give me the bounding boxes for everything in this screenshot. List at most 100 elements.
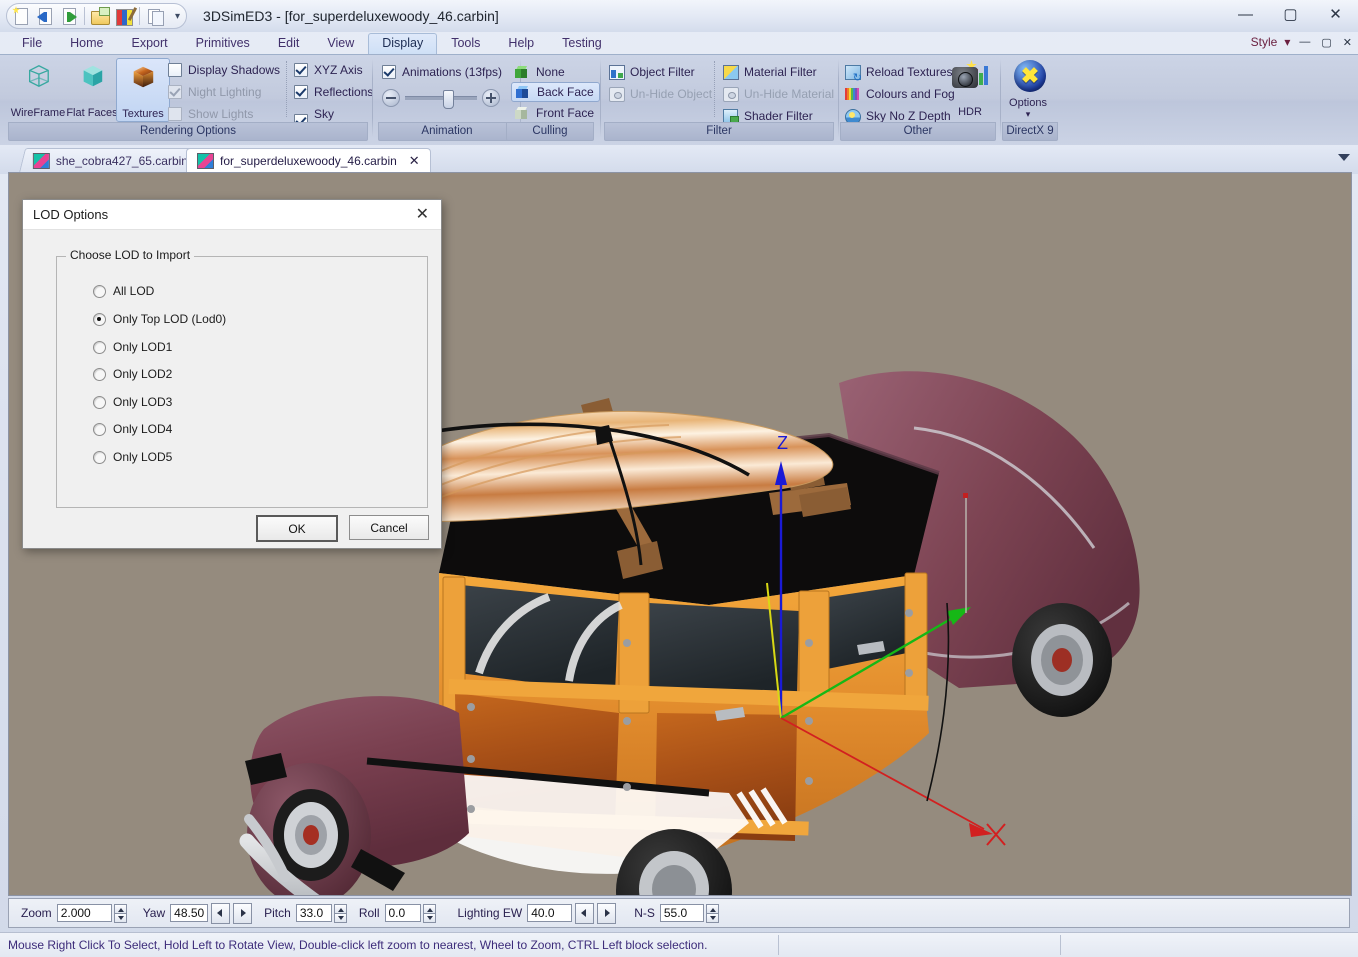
zoom-spinner[interactable] — [113, 903, 127, 923]
close-icon[interactable]: ✕ — [409, 153, 420, 169]
cancel-button[interactable]: Cancel — [349, 515, 429, 540]
dialog-title-bar: LOD Options ✕ — [23, 200, 441, 230]
radio-circle — [93, 312, 106, 326]
style-label[interactable]: Style — [1251, 35, 1278, 49]
textures-button[interactable]: Textures — [116, 58, 170, 122]
doc-restore-button[interactable]: ▢ — [1319, 36, 1333, 49]
yaw-input[interactable] — [170, 904, 209, 922]
object-filter-icon — [608, 64, 625, 80]
ribbon-tab-tools[interactable]: Tools — [437, 33, 494, 54]
radio-only-lod4[interactable]: Only LOD4 — [93, 422, 172, 436]
radio-label: Only LOD4 — [113, 422, 173, 436]
chevron-down-icon[interactable]: ▾ — [1284, 35, 1290, 49]
radio-circle — [93, 284, 106, 298]
lighting-ns-spinner[interactable] — [705, 903, 719, 923]
pitch-input[interactable] — [295, 904, 332, 922]
radio-all-lod[interactable]: All LOD — [93, 284, 154, 298]
options-button[interactable]: ✖ Options ▾ — [1002, 58, 1054, 120]
ribbon-tab-help[interactable]: Help — [494, 33, 548, 54]
palette-icon[interactable] — [113, 6, 135, 26]
ribbon-tab-file[interactable]: File — [8, 33, 56, 54]
blue-cube-icon — [515, 84, 531, 100]
radio-label: Only LOD2 — [113, 367, 173, 381]
new-document-icon[interactable] — [10, 6, 32, 26]
forward-arrow-icon[interactable] — [58, 6, 80, 26]
object-filter-item[interactable]: Object Filter — [608, 64, 695, 80]
radio-only-lod1[interactable]: Only LOD1 — [93, 340, 172, 354]
status-segment-2 — [1060, 935, 1061, 955]
colour-bars-icon — [844, 86, 860, 102]
document-tab-for-superdeluxewoody-46[interactable]: for_superdeluxewoody_46.carbin ✕ — [186, 148, 431, 174]
slider-track[interactable] — [405, 90, 477, 109]
ribbon-tab-edit[interactable]: Edit — [264, 33, 314, 54]
quick-access-toolbar[interactable]: ▾ — [6, 3, 188, 29]
display-shadows-checkbox[interactable]: Display Shadows — [168, 63, 280, 77]
yaw-decrease-button[interactable] — [211, 902, 231, 924]
culling-back-face-item[interactable]: Back Face — [511, 82, 600, 102]
radio-only-lod2[interactable]: Only LOD2 — [93, 367, 172, 381]
zoom-input[interactable] — [56, 904, 112, 922]
view-controls-bar: Zoom Yaw Pitch Roll Lighting EW N-S — [8, 898, 1350, 928]
ribbon-group-other: Reload Textures Colours and Fog Sky No Z… — [840, 57, 996, 141]
close-button[interactable]: ✕ — [1313, 0, 1358, 28]
options-label: Options — [1009, 96, 1047, 109]
lighting-ew-input[interactable] — [527, 904, 573, 922]
close-icon[interactable]: ✕ — [412, 206, 433, 223]
lighting-ew-decrease-button[interactable] — [575, 902, 595, 924]
reload-textures-item[interactable]: Reload Textures — [844, 64, 953, 84]
animations-checkbox[interactable]: Animations (13fps) — [382, 65, 502, 79]
radio-only-lod3[interactable]: Only LOD3 — [93, 395, 172, 409]
culling-front-face-item[interactable]: Front Face — [514, 105, 594, 121]
chevron-down-icon[interactable]: ▾ — [175, 11, 180, 22]
flat-faces-button[interactable]: Flat Faces — [66, 58, 118, 120]
yaw-increase-button[interactable] — [233, 902, 253, 924]
ribbon-tab-export[interactable]: Export — [118, 33, 182, 54]
lighting-ew-label: Lighting EW — [457, 906, 523, 920]
roll-input[interactable] — [384, 904, 421, 922]
document-tab-she-cobra427-65[interactable]: she_cobra427_65.carbin — [18, 148, 203, 173]
ribbon-tab-home[interactable]: Home — [56, 33, 117, 54]
hdr-button[interactable]: HDR — [944, 58, 996, 120]
radio-only-lod5[interactable]: Only LOD5 — [93, 450, 172, 464]
lod-options-dialog[interactable]: LOD Options ✕ Choose LOD to Import All L… — [22, 199, 442, 549]
colours-and-fog-item[interactable]: Colours and Fog — [844, 86, 955, 102]
pitch-spinner[interactable] — [333, 903, 347, 923]
lighting-ns-input[interactable] — [659, 904, 704, 922]
plus-icon[interactable] — [482, 89, 500, 107]
chevron-down-icon[interactable] — [1338, 154, 1350, 161]
material-filter-item[interactable]: Material Filter — [722, 64, 817, 80]
ok-button[interactable]: OK — [256, 515, 338, 542]
minimize-button[interactable]: — — [1223, 0, 1268, 28]
lighting-ew-increase-button[interactable] — [597, 902, 617, 924]
filter-caption: Filter — [604, 122, 834, 141]
window-title: 3DSimED3 - [for_superdeluxewoody_46.carb… — [203, 8, 499, 24]
culling-none-item[interactable]: None — [514, 64, 565, 80]
un-hide-material-item: Un-Hide Material — [722, 86, 834, 102]
xyz-axis-checkbox[interactable]: XYZ Axis — [294, 63, 363, 77]
animation-speed-slider[interactable] — [382, 89, 500, 109]
checkbox-box — [168, 63, 182, 77]
ribbon-tab-display[interactable]: Display — [368, 33, 438, 54]
un-hide-object-item: Un-Hide Object — [608, 86, 712, 102]
other-caption: Other — [840, 122, 996, 141]
wireframe-cube-icon — [28, 65, 49, 87]
open-folder-icon[interactable] — [89, 6, 111, 26]
slider-thumb[interactable] — [443, 90, 454, 109]
minus-icon[interactable] — [382, 89, 400, 107]
ribbon-tab-testing[interactable]: Testing — [548, 33, 616, 54]
doc-close-button[interactable]: ✕ — [1341, 36, 1354, 49]
ribbon-tab-primitives[interactable]: Primitives — [182, 33, 264, 54]
roll-spinner[interactable] — [422, 903, 436, 923]
qat-divider-2 — [139, 7, 140, 25]
radio-only-top-lod[interactable]: Only Top LOD (Lod0) — [93, 312, 226, 326]
radio-circle — [93, 450, 106, 464]
doc-minimize-button[interactable]: — — [1297, 36, 1312, 48]
back-arrow-icon[interactable] — [34, 6, 56, 26]
reflections-checkbox[interactable]: Reflections — [294, 85, 373, 99]
ribbon-tab-view[interactable]: View — [313, 33, 368, 54]
copy-icon[interactable] — [144, 6, 166, 26]
chevron-down-icon[interactable]: ▾ — [1002, 109, 1054, 120]
un-hide-material-label: Un-Hide Material — [744, 87, 835, 101]
maximize-button[interactable]: ▢ — [1268, 0, 1313, 28]
wireframe-button[interactable]: WireFrame — [11, 58, 65, 120]
